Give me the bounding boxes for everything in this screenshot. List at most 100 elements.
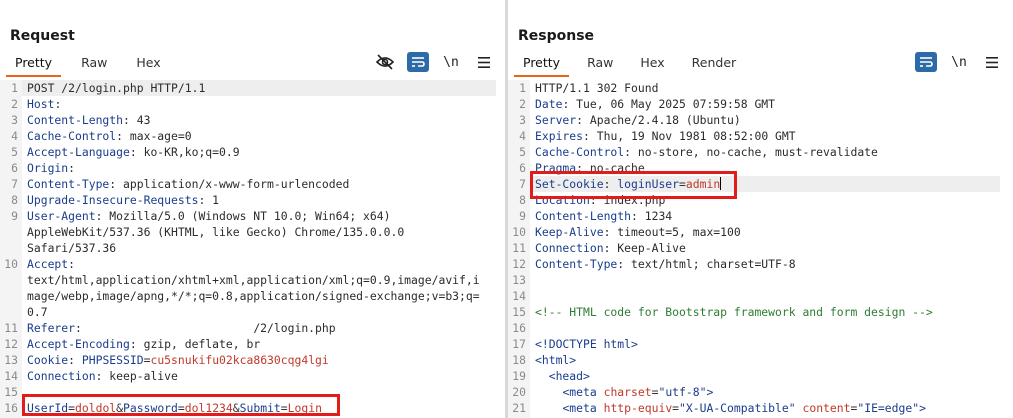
response-lines: 1 HTTP/1.1 302 Found 2 Date: Tue, 06 May 20…	[508, 80, 1013, 416]
token: : ko-KR,ko;q=0.9	[129, 145, 240, 159]
code-line: text/html,application/xhtml+xml,applicat…	[0, 272, 505, 288]
tab-hex[interactable]: Hex	[631, 52, 673, 77]
token: HTTP/1.1 302 Found	[535, 81, 659, 95]
token: Host	[27, 97, 55, 111]
request-tabs: Pretty Raw Hex	[6, 52, 181, 77]
token: <meta	[562, 401, 604, 415]
token: : application/x-www-form-urlencoded	[109, 177, 350, 191]
token: <!-- HTML code for Bootstrap framework a…	[535, 305, 933, 319]
token: : gzip, deflate, br	[129, 337, 261, 351]
code-line: 14	[508, 288, 1013, 304]
token: &	[232, 401, 240, 415]
line-number: 6	[519, 161, 526, 175]
code-line: 8 Upgrade-Insecure-Requests: 1	[0, 192, 505, 208]
newline-toggle[interactable]: \n	[948, 52, 970, 72]
line-number: 10	[4, 257, 18, 271]
code-line: 16 UserId=doldol&Password=dol1234&Submit=…	[0, 400, 505, 416]
line-content: Content-Type: text/html; charset=UTF-8	[530, 256, 796, 272]
code-line: 6 Pragma: no-cache	[508, 160, 1013, 176]
line-number	[0, 288, 22, 304]
token: "IE=edge"	[857, 401, 920, 415]
line-number: 11	[4, 321, 18, 335]
token: Date	[535, 97, 563, 111]
token: Content-Type	[27, 177, 110, 191]
token: : Tue, 06 May 2025 07:59:58 GMT	[562, 97, 776, 111]
token: : index.php	[589, 193, 666, 207]
line-number: 9	[519, 209, 526, 223]
line-content: Referer: /2/login.php	[22, 320, 336, 336]
line-number: 10	[512, 225, 526, 239]
token: =	[679, 177, 686, 191]
token: <meta	[562, 385, 604, 399]
request-editor[interactable]: 1 POST /2/login.php HTTP/1.1 2 Host: 3 Conten…	[0, 80, 505, 418]
tab-pretty[interactable]: Pretty	[514, 52, 570, 77]
tab-raw[interactable]: Raw	[72, 52, 116, 77]
line-content: 0.7	[22, 304, 48, 320]
line-content: Origin:	[22, 160, 75, 176]
code-line: 13	[508, 272, 1013, 288]
token: Submit	[239, 401, 281, 415]
wrap-lines-icon[interactable]	[407, 52, 429, 72]
newline-toggle[interactable]: \n	[440, 52, 462, 72]
token: =	[177, 401, 185, 415]
tab-raw[interactable]: Raw	[578, 52, 622, 77]
token: &	[116, 401, 124, 415]
token: Set-Cookie	[535, 177, 604, 191]
token: text/html,application/xhtml+xml,applicat…	[27, 273, 480, 287]
line-content: <!DOCTYPE html>	[530, 336, 638, 352]
line-number: 8	[11, 193, 18, 207]
token: Safari/537.36	[27, 241, 117, 255]
code-line: 17 <!DOCTYPE html>	[508, 336, 1013, 352]
token: Upgrade-Insecure-Requests	[27, 193, 199, 207]
token: Content-Length	[27, 113, 124, 127]
line-number: 3	[519, 113, 526, 127]
token: UserId	[27, 401, 69, 415]
line-number: 13	[4, 353, 18, 367]
line-number: 16	[512, 321, 526, 335]
line-number	[0, 304, 22, 320]
code-line: mage/webp,image/apng,*/*;q=0.8,applicati…	[0, 288, 505, 304]
line-number: 18	[512, 353, 526, 367]
menu-icon[interactable]	[981, 52, 1003, 72]
menu-icon[interactable]	[473, 52, 495, 72]
line-number: 1	[519, 81, 526, 95]
token: Login	[287, 401, 322, 415]
token: : text/html; charset=UTF-8	[617, 257, 796, 271]
token: : Mozilla/5.0 (Windows NT 10.0; Win64; x…	[95, 209, 391, 223]
tab-hex[interactable]: Hex	[127, 52, 169, 77]
hide-nonprintable-icon[interactable]	[374, 52, 396, 72]
response-editor[interactable]: 1 HTTP/1.1 302 Found 2 Date: Tue, 06 May 20…	[508, 80, 1013, 418]
line-content: Accept-Language: ko-KR,ko;q=0.9	[22, 144, 240, 160]
token: : 43	[123, 113, 151, 127]
token: :	[68, 257, 76, 271]
code-line: 15	[0, 384, 505, 400]
response-toolbar: \n	[915, 52, 1003, 72]
token: : 1	[198, 193, 220, 207]
token: : max-age=0	[116, 129, 192, 143]
line-content: <!-- HTML code for Bootstrap framework a…	[530, 304, 933, 320]
code-line: 7 Set-Cookie: loginUser=admin	[508, 176, 1013, 192]
code-line: 10 Accept:	[0, 256, 505, 272]
request-panel: Request Pretty Raw Hex \n 1 POST /2/login…	[0, 0, 505, 418]
tab-pretty[interactable]: Pretty	[6, 52, 62, 77]
code-line: 13 Cookie: PHPSESSID=cu5snukifu02kca8630c…	[0, 352, 505, 368]
token: dol1234	[184, 401, 233, 415]
token: >	[706, 385, 714, 399]
line-content: Location: index.php	[530, 192, 665, 208]
token: charset	[603, 385, 652, 399]
wrap-lines-icon[interactable]	[915, 52, 937, 72]
code-line: 9 User-Agent: Mozilla/5.0 (Windows NT 10.…	[0, 208, 505, 224]
line-content	[530, 320, 535, 336]
tab-render[interactable]: Render	[683, 52, 746, 77]
line-number: 4	[11, 129, 18, 143]
token: Connection	[27, 369, 96, 383]
line-number	[0, 272, 22, 288]
line-content: Connection: Keep-Alive	[530, 240, 686, 256]
token: User-Agent	[27, 209, 96, 223]
line-number: 19	[512, 369, 526, 383]
token: :	[603, 177, 618, 191]
line-number: 7	[11, 177, 18, 191]
line-content: Cache-Control: max-age=0	[22, 128, 192, 144]
token: : 1234	[631, 209, 673, 223]
token: =	[68, 401, 76, 415]
